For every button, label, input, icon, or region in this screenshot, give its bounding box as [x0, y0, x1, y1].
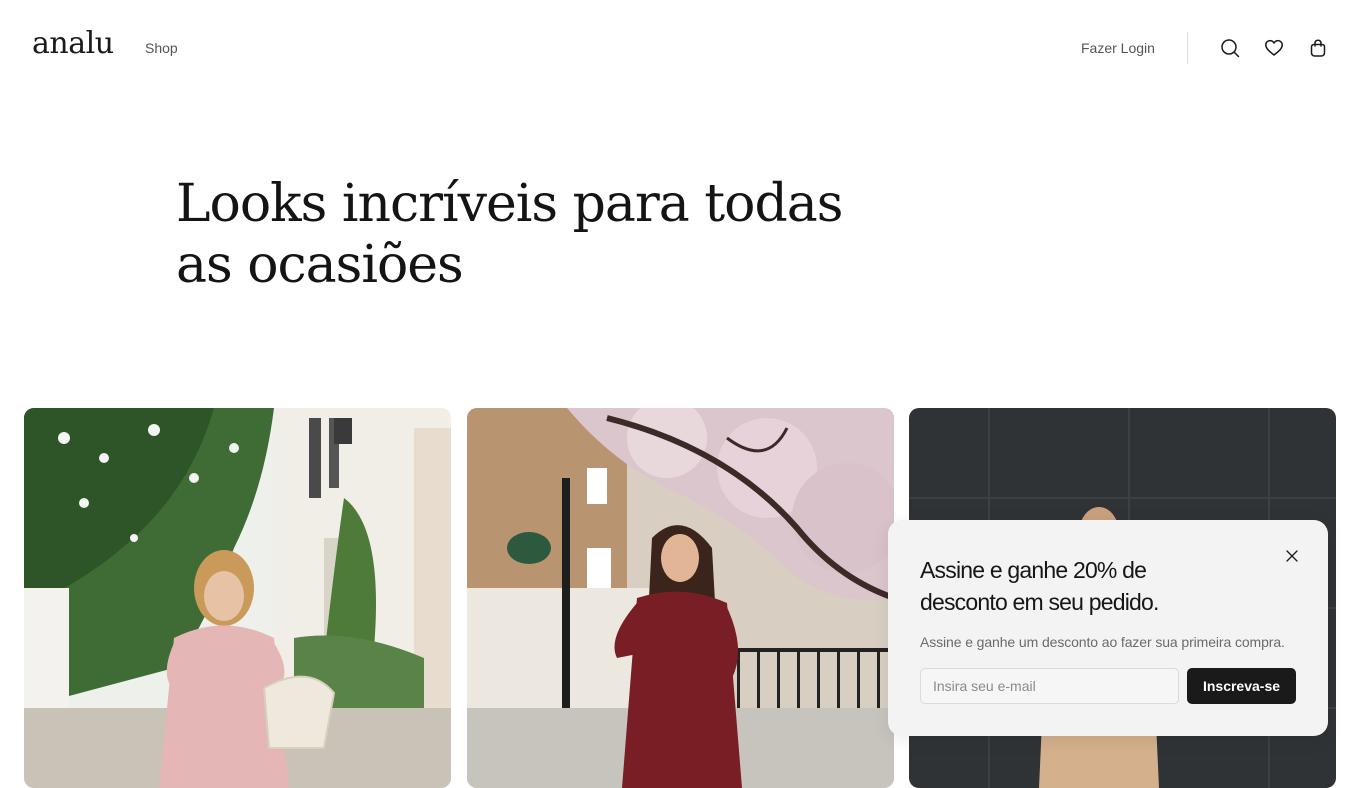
- nav-link-shop[interactable]: Shop: [145, 40, 178, 56]
- popup-subtitle: Assine e ganhe um desconto ao fazer sua …: [920, 634, 1285, 650]
- look-image-1: [24, 408, 451, 788]
- look-card-2[interactable]: [467, 408, 894, 788]
- brand-logo[interactable]: analu: [32, 26, 114, 61]
- heart-icon[interactable]: [1263, 37, 1285, 59]
- hero-title-line-2: as ocasiões: [176, 235, 464, 295]
- look-card-1[interactable]: [24, 408, 451, 788]
- site-header: analu Shop Fazer Login: [0, 0, 1360, 96]
- newsletter-popup: Assine e ganhe 20% de desconto em seu pe…: [888, 520, 1328, 736]
- hero-title-line-1: Looks incríveis para todas: [176, 174, 843, 234]
- look-image-2: [467, 408, 894, 788]
- shopping-bag-icon[interactable]: [1307, 37, 1329, 59]
- hero-title: Looks incríveis para todas as ocasiões: [176, 174, 936, 296]
- subscribe-button[interactable]: Inscreva-se: [1187, 668, 1296, 704]
- popup-title: Assine e ganhe 20% de desconto em seu pe…: [920, 557, 1159, 615]
- login-link[interactable]: Fazer Login: [1081, 40, 1155, 56]
- header-divider: [1187, 32, 1188, 64]
- search-icon[interactable]: [1219, 37, 1241, 59]
- email-field[interactable]: [920, 668, 1179, 704]
- close-icon[interactable]: [1284, 548, 1300, 564]
